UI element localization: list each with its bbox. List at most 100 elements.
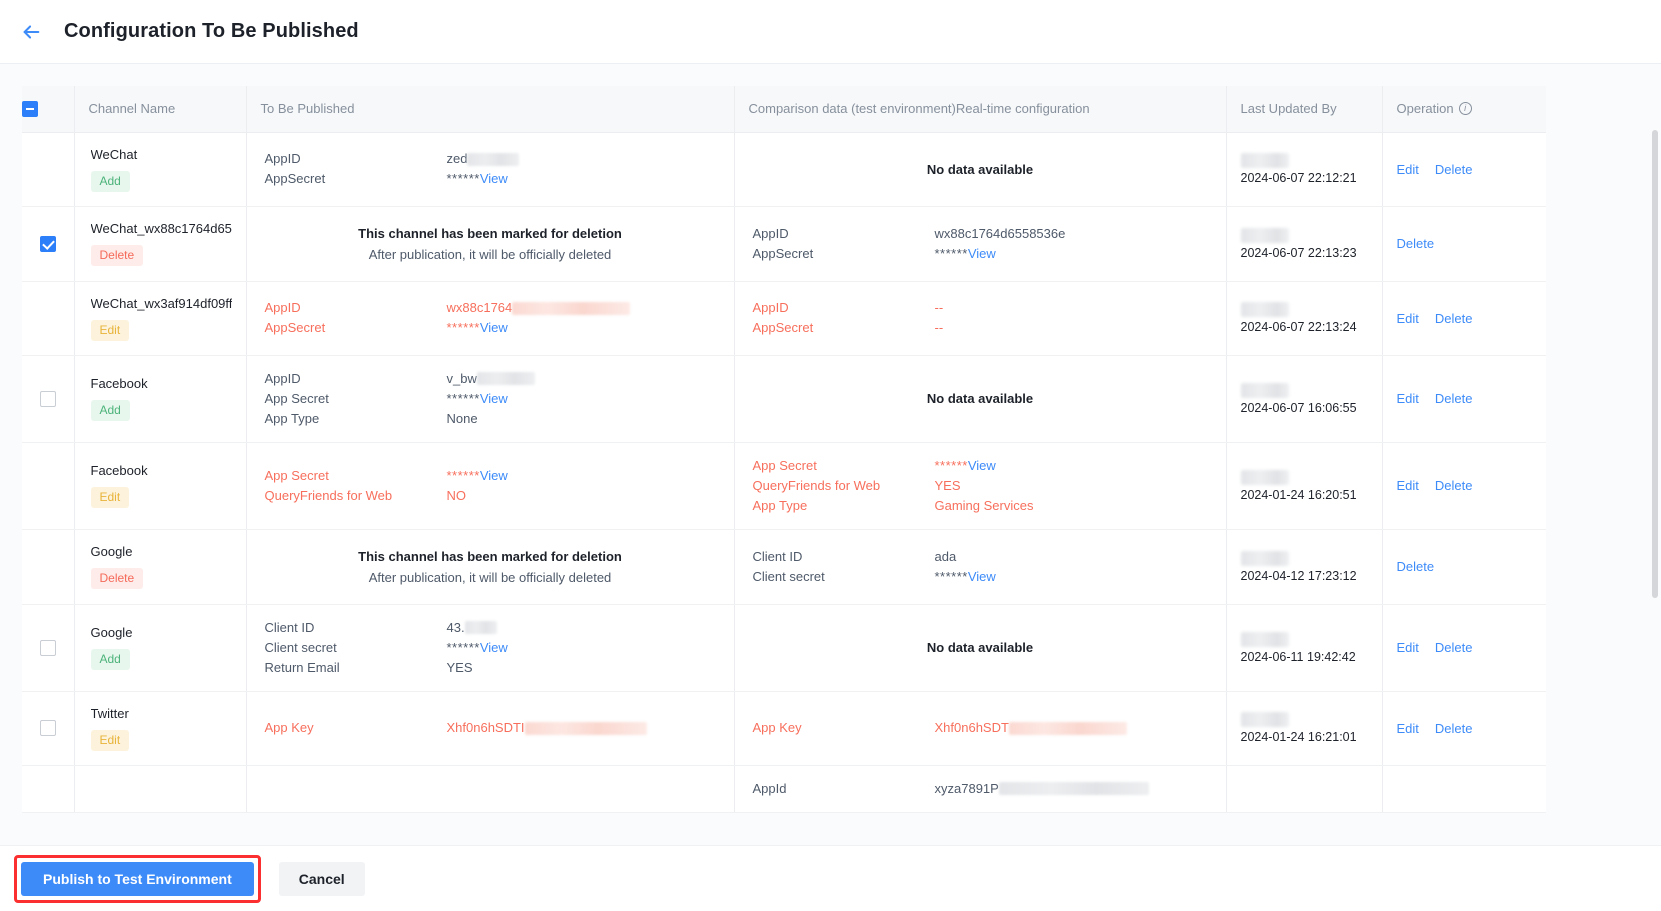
kv-value: v_bw — [447, 369, 535, 389]
row-checkbox[interactable] — [39, 235, 56, 252]
view-link[interactable]: View — [968, 456, 996, 476]
delete-link[interactable]: Delete — [1397, 236, 1435, 251]
view-link[interactable]: View — [480, 169, 508, 189]
kv-key: Client ID — [264, 619, 315, 635]
delete-link[interactable]: Delete — [1435, 721, 1473, 736]
updated-timestamp: 2024-04-12 17:23:12 — [1240, 568, 1357, 583]
edit-link[interactable]: Edit — [1397, 478, 1419, 493]
delete-link[interactable]: Delete — [1435, 478, 1473, 493]
operation-links: Edit Delete — [1397, 640, 1533, 655]
kv-row: AppId xyza7891P — [753, 779, 1226, 799]
kv-value: ****** View — [447, 389, 508, 409]
row-checkbox[interactable] — [39, 639, 56, 656]
kv-value-text: ****** — [934, 245, 968, 261]
to-be-published-cell: This channel has been marked for deletio… — [245, 529, 734, 605]
comparison-cell: Client ID ada Client secret ****** View — [733, 529, 1226, 605]
select-all-checkbox[interactable] — [22, 101, 38, 118]
kv-value-text: xyza7891P — [934, 780, 999, 796]
operation-links: Edit Delete — [1397, 311, 1533, 326]
row-checkbox[interactable] — [39, 720, 56, 737]
operation-links: Edit Delete — [1397, 721, 1533, 736]
row-select-cell[interactable] — [22, 604, 74, 692]
operation-cell: Edit Delete — [1381, 355, 1546, 443]
view-link[interactable]: View — [480, 318, 508, 338]
edit-link[interactable]: Edit — [1397, 311, 1419, 326]
operation-cell: Edit Delete — [1381, 604, 1546, 692]
change-type-tag: Add — [90, 170, 130, 192]
last-updated-cell — [1225, 765, 1382, 813]
kv-key: AppSecret — [264, 320, 326, 335]
view-link[interactable]: View — [480, 466, 508, 486]
kv-value: ****** View — [935, 244, 996, 264]
kv-row: App Key Xhf0n6hSDTI — [265, 718, 734, 738]
redacted-user-name — [1240, 631, 1289, 647]
kv-list: AppID wx88c1764d6558536e AppSecret ****** Vi… — [735, 211, 1226, 277]
to-be-published-cell: AppID wx88c1764 AppSecret ****** View — [245, 281, 734, 356]
row-select-cell[interactable] — [22, 442, 74, 530]
delete-link[interactable]: Delete — [1435, 391, 1473, 406]
last-updated-cell: 2024-06-07 22:12:21 — [1225, 132, 1382, 207]
edit-link[interactable]: Edit — [1397, 162, 1419, 177]
view-link[interactable]: View — [968, 567, 996, 587]
kv-value-text: Xhf0n6hSDTI — [446, 720, 525, 735]
comparison-cell: App Key Xhf0n6hSDT — [733, 691, 1226, 766]
delete-link[interactable]: Delete — [1435, 640, 1473, 655]
comparison-cell: AppID -- AppSecret -- — [733, 281, 1226, 356]
kv-list: AppID wx88c1764 AppSecret ****** View — [247, 285, 734, 351]
change-type-tag: Add — [90, 649, 130, 670]
kv-value: NO — [447, 486, 467, 506]
th-operation-label: Operation — [1396, 101, 1454, 117]
edit-link[interactable]: Edit — [1397, 391, 1419, 406]
view-link[interactable]: View — [480, 389, 508, 409]
updated-timestamp: 2024-06-07 16:06:55 — [1240, 400, 1357, 415]
delete-link[interactable]: Delete — [1397, 559, 1435, 574]
row-checkbox[interactable] — [39, 390, 56, 407]
row-select-cell[interactable] — [22, 132, 74, 207]
kv-row: AppSecret ****** View — [265, 318, 734, 338]
delete-link[interactable]: Delete — [1435, 162, 1473, 177]
scrollbar-thumb[interactable] — [1652, 130, 1658, 598]
kv-row: Return Email YES — [265, 658, 734, 678]
to-be-published-cell — [245, 765, 734, 813]
th-operation: Operation — [1381, 86, 1546, 133]
delete-link[interactable]: Delete — [1435, 311, 1473, 326]
row-select-cell[interactable] — [22, 355, 74, 443]
footer-action-bar: Publish to Test Environment Cancel — [0, 845, 1661, 911]
comparison-cell: No data available — [733, 132, 1226, 207]
publish-to-test-environment-button[interactable]: Publish to Test Environment — [21, 861, 254, 896]
vertical-scrollbar[interactable] — [1651, 130, 1659, 841]
th-to-be-published: To Be Published — [245, 86, 734, 133]
kv-value: Xhf0n6hSDT — [935, 718, 1127, 738]
to-be-published-cell: This channel has been marked for deletio… — [245, 206, 734, 282]
kv-key: AppId — [752, 780, 787, 796]
operation-cell: Edit Delete — [1381, 442, 1546, 530]
row-select-cell[interactable] — [22, 206, 74, 282]
row-select-cell[interactable] — [22, 281, 74, 356]
redacted-value — [524, 721, 647, 735]
operation-cell: Delete — [1381, 529, 1546, 605]
kv-key: QueryFriends for Web — [264, 487, 393, 503]
to-be-published-cell: Client ID 43. Client secret ****** View Retur… — [245, 604, 734, 692]
change-type-tag: Edit — [90, 487, 130, 508]
comparison-cell: AppId xyza7891P — [733, 765, 1226, 813]
back-arrow-icon[interactable] — [18, 19, 44, 45]
channel-cell: Google Add — [73, 604, 246, 692]
info-icon[interactable] — [1458, 101, 1472, 116]
operation-links: Delete — [1397, 236, 1533, 251]
cancel-button[interactable]: Cancel — [278, 861, 365, 896]
kv-value: ****** View — [447, 466, 508, 486]
row-select-cell[interactable] — [22, 529, 74, 605]
row-select-cell[interactable] — [22, 765, 74, 813]
channel-name: WeChat — [90, 146, 138, 162]
view-link[interactable]: View — [968, 244, 996, 264]
page-header: Configuration To Be Published — [0, 0, 1661, 64]
view-link[interactable]: View — [480, 638, 508, 658]
row-select-cell[interactable] — [22, 691, 74, 766]
edit-link[interactable]: Edit — [1397, 640, 1419, 655]
comparison-cell: AppID wx88c1764d6558536e AppSecret ****** Vi… — [733, 206, 1226, 282]
channel-name: Google — [90, 625, 133, 640]
kv-value-text: ****** — [446, 320, 480, 335]
kv-value-text: None — [446, 410, 478, 426]
kv-row: App Type Gaming Services — [753, 496, 1226, 516]
edit-link[interactable]: Edit — [1397, 721, 1419, 736]
